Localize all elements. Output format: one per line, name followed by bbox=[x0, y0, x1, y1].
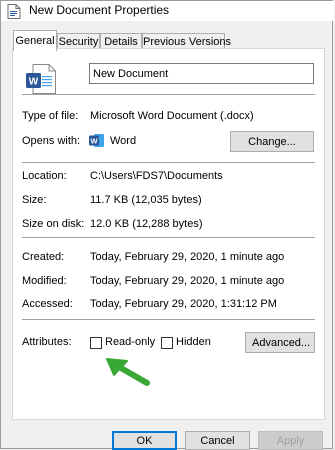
file-name-input[interactable] bbox=[89, 63, 314, 84]
title-bar[interactable]: New Document Properties bbox=[1, 1, 334, 21]
hidden-label[interactable]: Hidden bbox=[176, 336, 211, 348]
read-only-checkbox[interactable] bbox=[90, 337, 102, 349]
location-value: C:\Users\FDS7\Documents bbox=[90, 170, 223, 182]
word-document-icon: W bbox=[25, 63, 57, 98]
size-on-disk-value: 12.0 KB (12,288 bytes) bbox=[90, 218, 203, 230]
properties-window: New Document Properties General Security… bbox=[0, 0, 334, 450]
location-label: Location: bbox=[22, 170, 67, 182]
tab-general[interactable]: General bbox=[13, 30, 57, 51]
modified-label: Modified: bbox=[22, 275, 67, 287]
accessed-label: Accessed: bbox=[22, 298, 73, 310]
general-panel: W Type of file: Microsoft Word Document … bbox=[12, 48, 325, 420]
advanced-button[interactable]: Advanced... bbox=[245, 332, 315, 353]
created-value: Today, February 29, 2020, 1 minute ago bbox=[90, 251, 285, 263]
separator bbox=[22, 94, 315, 95]
size-label: Size: bbox=[22, 194, 47, 206]
modified-value: Today, February 29, 2020, 1 minute ago bbox=[90, 275, 285, 287]
opens-with-value: Word bbox=[110, 135, 137, 147]
size-value: 11.7 KB (12,035 bytes) bbox=[90, 194, 202, 206]
svg-text:W: W bbox=[90, 137, 98, 146]
attributes-label: Attributes: bbox=[22, 336, 72, 348]
document-icon bbox=[7, 4, 21, 22]
separator bbox=[22, 162, 315, 163]
ok-button[interactable]: OK bbox=[112, 431, 177, 450]
change-button[interactable]: Change... bbox=[230, 131, 314, 152]
accessed-value: Today, February 29, 2020, 1:31:12 PM bbox=[90, 298, 277, 310]
read-only-label[interactable]: Read-only bbox=[105, 336, 155, 348]
opens-with-label: Opens with: bbox=[22, 135, 81, 147]
separator bbox=[22, 319, 315, 320]
apply-button[interactable]: Apply bbox=[258, 431, 323, 450]
hidden-checkbox[interactable] bbox=[161, 337, 173, 349]
window-title: New Document Properties bbox=[29, 3, 170, 17]
type-of-file-label: Type of file: bbox=[22, 110, 79, 122]
green-arrow-icon bbox=[101, 356, 153, 391]
type-of-file-value: Microsoft Word Document (.docx) bbox=[90, 110, 254, 122]
word-app-icon: W bbox=[89, 133, 105, 151]
created-label: Created: bbox=[22, 251, 65, 263]
cancel-button[interactable]: Cancel bbox=[185, 431, 250, 450]
svg-text:W: W bbox=[29, 77, 39, 88]
separator bbox=[22, 237, 315, 238]
size-on-disk-label: Size on disk: bbox=[22, 218, 85, 230]
